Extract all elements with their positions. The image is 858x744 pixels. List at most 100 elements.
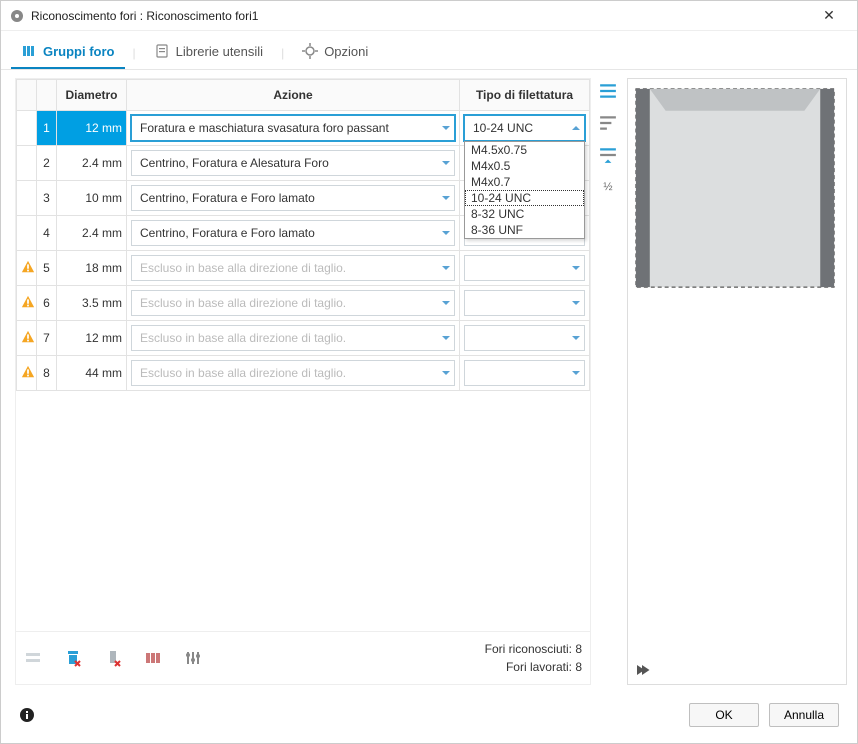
row-diameter: 18 mm	[57, 251, 127, 286]
row-diameter: 10 mm	[57, 181, 127, 216]
chevron-down-icon	[442, 126, 450, 130]
thread-dropdown[interactable]	[464, 255, 585, 281]
row-diameter: 2.4 mm	[57, 146, 127, 181]
row-warning	[17, 356, 37, 391]
thread-dropdown-list[interactable]: M4.5x0.75M4x0.5M4x0.710-24 UNC8-32 UNC8-…	[464, 141, 585, 239]
thread-dropdown[interactable]: 10-24 UNC	[464, 115, 585, 141]
action-dropdown[interactable]: Centrino, Foratura e Alesatura Foro	[131, 150, 455, 176]
info-icon[interactable]	[19, 707, 35, 723]
action-dropdown[interactable]: Centrino, Foratura e Foro lamato	[131, 220, 455, 246]
reorder-icon[interactable]	[144, 649, 162, 667]
row-index: 4	[37, 216, 57, 251]
tab-label: Gruppi foro	[43, 44, 115, 59]
groups-icon	[21, 43, 37, 59]
action-value: Escluso in base alla direzione di taglio…	[140, 261, 346, 275]
dropdown-option[interactable]: M4.5x0.75	[465, 142, 584, 158]
tab-label: Librerie utensili	[176, 44, 263, 59]
row-index: 2	[37, 146, 57, 181]
row-index: 1	[37, 111, 57, 146]
app-icon	[9, 8, 25, 24]
chevron-down-icon	[442, 196, 450, 200]
action-value: Escluso in base alla direzione di taglio…	[140, 366, 346, 380]
action-dropdown[interactable]: Escluso in base alla direzione di taglio…	[131, 290, 455, 316]
row-diameter: 12 mm	[57, 321, 127, 356]
row-warning	[17, 321, 37, 356]
dropdown-option[interactable]: 8-32 UNC	[465, 206, 584, 222]
tab-opzioni[interactable]: Opzioni	[292, 37, 378, 69]
dropdown-option[interactable]: 10-24 UNC	[465, 190, 584, 206]
table-row[interactable]: 712 mm Escluso in base alla direzione di …	[17, 321, 590, 356]
row-warning	[17, 251, 37, 286]
col-action[interactable]: Azione	[127, 80, 460, 111]
expand-icon[interactable]	[599, 146, 617, 164]
dropdown-option[interactable]: M4x0.5	[465, 158, 584, 174]
chevron-up-icon	[572, 126, 580, 130]
action-value: Escluso in base alla direzione di taglio…	[140, 296, 346, 310]
chevron-down-icon	[572, 301, 580, 305]
table-row[interactable]: 518 mm Escluso in base alla direzione di …	[17, 251, 590, 286]
action-dropdown[interactable]: Centrino, Foratura e Foro lamato	[131, 185, 455, 211]
row-warning	[17, 111, 37, 146]
action-value: Centrino, Foratura e Alesatura Foro	[140, 156, 329, 170]
tab-bar: Gruppi foro | Librerie utensili | Opzion…	[1, 31, 857, 70]
sort-icon[interactable]	[599, 114, 617, 132]
thread-dropdown[interactable]	[464, 360, 585, 386]
cancel-button[interactable]: Annulla	[769, 703, 839, 727]
thread-dropdown[interactable]	[464, 290, 585, 316]
chevron-down-icon	[572, 266, 580, 270]
row-diameter: 3.5 mm	[57, 286, 127, 321]
collapse-preview-icon[interactable]	[632, 660, 652, 680]
chevron-down-icon	[442, 336, 450, 340]
action-dropdown[interactable]: Escluso in base alla direzione di taglio…	[131, 325, 455, 351]
row-diameter: 2.4 mm	[57, 216, 127, 251]
action-value: Escluso in base alla direzione di taglio…	[140, 331, 346, 345]
tab-librerie-utensili[interactable]: Librerie utensili	[144, 37, 273, 69]
table-row[interactable]: 63.5 mm Escluso in base alla direzione di…	[17, 286, 590, 321]
col-warn	[17, 80, 37, 111]
chevron-down-icon	[572, 336, 580, 340]
row-index: 7	[37, 321, 57, 356]
row-warning	[17, 286, 37, 321]
tab-label: Opzioni	[324, 44, 368, 59]
row-diameter: 12 mm	[57, 111, 127, 146]
thread-value: 10-24 UNC	[473, 121, 533, 135]
delete-hole-icon[interactable]	[104, 649, 122, 667]
dropdown-option[interactable]: M4x0.7	[465, 174, 584, 190]
row-index: 6	[37, 286, 57, 321]
tab-gruppi-foro[interactable]: Gruppi foro	[11, 37, 125, 69]
preview-panel	[627, 78, 847, 685]
chevron-down-icon	[442, 301, 450, 305]
tools-icon	[154, 43, 170, 59]
action-dropdown[interactable]: Escluso in base alla direzione di taglio…	[131, 360, 455, 386]
dropdown-option[interactable]: 8-36 UNF	[465, 222, 584, 238]
action-value: Centrino, Foratura e Foro lamato	[140, 226, 315, 240]
action-value: Centrino, Foratura e Foro lamato	[140, 191, 315, 205]
col-index	[37, 80, 57, 111]
percent-icon[interactable]: ½	[599, 178, 617, 196]
status-text: Fori riconosciuti: 8 Fori lavorati: 8	[485, 640, 582, 676]
row-diameter: 44 mm	[57, 356, 127, 391]
chevron-down-icon	[442, 266, 450, 270]
col-diameter[interactable]: Diametro	[57, 80, 127, 111]
action-dropdown[interactable]: Escluso in base alla direzione di taglio…	[131, 255, 455, 281]
row-index: 8	[37, 356, 57, 391]
row-index: 3	[37, 181, 57, 216]
thread-dropdown[interactable]	[464, 325, 585, 351]
close-icon[interactable]: ✕	[809, 7, 849, 24]
filter-rows-icon[interactable]	[599, 82, 617, 100]
col-thread[interactable]: Tipo di filettatura	[460, 80, 590, 111]
delete-group-icon[interactable]	[64, 649, 82, 667]
window-title: Riconoscimento fori : Riconoscimento for…	[31, 9, 809, 23]
row-index: 5	[37, 251, 57, 286]
group-similar-icon[interactable]	[24, 649, 42, 667]
chevron-down-icon	[572, 371, 580, 375]
chevron-down-icon	[442, 231, 450, 235]
table-row[interactable]: 844 mm Escluso in base alla direzione di …	[17, 356, 590, 391]
chevron-down-icon	[442, 161, 450, 165]
action-dropdown[interactable]: Foratura e maschiatura svasatura foro pa…	[131, 115, 455, 141]
row-warning	[17, 216, 37, 251]
action-value: Foratura e maschiatura svasatura foro pa…	[140, 121, 389, 135]
adjust-icon[interactable]	[184, 649, 202, 667]
row-warning	[17, 146, 37, 181]
ok-button[interactable]: OK	[689, 703, 759, 727]
